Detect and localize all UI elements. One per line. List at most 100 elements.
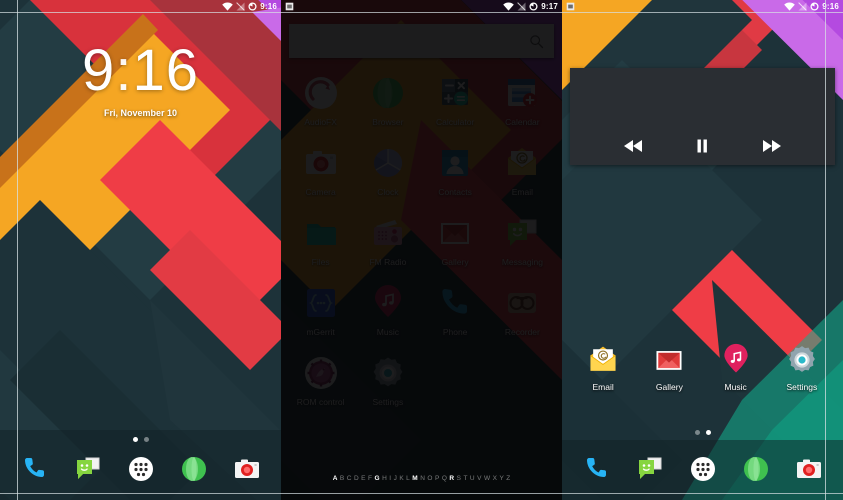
messaging-icon [76,457,99,479]
home-app-label: Settings [786,382,818,392]
signal-off-icon [517,2,526,11]
dock-item-camera[interactable] [232,454,262,484]
sync-circle-icon [529,2,538,11]
alpha-J[interactable]: J [394,475,397,482]
alpha-I[interactable]: I [389,475,391,482]
home-app-email[interactable]: Email [574,343,632,392]
signal-off-icon [236,2,245,11]
music-icon [719,343,753,377]
alpha-V[interactable]: V [477,475,481,482]
screen-frame-right-line [825,0,826,500]
alpha-P[interactable]: P [435,475,439,482]
alpha-S[interactable]: S [457,475,461,482]
page-dot-2[interactable] [143,437,149,442]
app-drawer-overlay [281,0,562,500]
clock-colon: : [115,38,133,103]
screenshot-icon [566,2,575,11]
app-drawer-icon [128,457,153,481]
dock-item-all-apps[interactable] [688,454,718,484]
clock-minute: 16 [132,38,199,103]
panel-app-drawer: 9:17 AudioFX [281,0,562,500]
home-app-settings[interactable]: Settings [773,343,831,392]
alpha-F[interactable]: F [368,475,372,482]
dock-left [0,445,281,493]
music-player-widget[interactable] [570,68,835,165]
alpha-Z[interactable]: Z [506,475,510,482]
alpha-E[interactable]: E [361,475,365,482]
panel-home-screen: 9:16 Email Gallery Music Settings [562,0,843,500]
music-widget-controls [570,137,835,155]
music-prev-button[interactable] [622,137,644,155]
dock-item-camera[interactable] [794,454,824,484]
alpha-H[interactable]: H [382,475,387,482]
screenshot-icon [285,2,294,11]
gallery-icon [652,343,686,377]
dock-item-phone[interactable] [20,454,50,484]
page-dot-1[interactable] [132,437,138,442]
browser-icon [743,457,768,481]
alpha-W[interactable]: W [484,475,490,482]
statusbar-system-icons-middle: 9:17 [503,2,558,11]
screen-frame-bottom-line-middle [281,493,562,494]
home-app-row: Email Gallery Music Settings [562,343,843,392]
alpha-A[interactable]: A [333,475,338,482]
dock-item-all-apps[interactable] [126,454,156,484]
dock-right [562,445,843,493]
screen-frame-top-line-middle [281,12,562,13]
statusbar-notifications-middle [285,2,503,11]
home-app-gallery[interactable]: Gallery [640,343,698,392]
home-app-label: Email [592,382,614,392]
alpha-G[interactable]: G [375,475,380,482]
page-dot-2[interactable] [705,430,711,435]
alpha-N[interactable]: N [420,475,425,482]
sync-circle-icon [248,2,257,11]
dock-item-messaging[interactable] [635,454,665,484]
alpha-D[interactable]: D [354,475,359,482]
phone-icon [24,458,44,477]
statusbar-system-icons-right: 9:16 [784,2,839,11]
alpha-X[interactable]: X [493,475,497,482]
alpha-L[interactable]: L [406,475,410,482]
page-dot-1[interactable] [694,430,700,435]
fast-forward-icon [763,140,782,152]
dock-item-browser[interactable] [179,454,209,484]
page-indicator-left [0,437,281,442]
email-icon [586,343,620,377]
statusbar-time-middle: 9:17 [541,2,558,11]
lockscreen-clock: 9:16 Fri, November 10 [0,42,281,119]
alpha-Y[interactable]: Y [499,475,503,482]
alphabet-index[interactable]: ABCDEFGHIJKLMNOPQRSTUVWXYZ [281,475,562,482]
alpha-O[interactable]: O [427,475,432,482]
alpha-C[interactable]: C [347,475,352,482]
alpha-M[interactable]: M [412,475,417,482]
wifi-icon [222,2,233,11]
alpha-Q[interactable]: Q [442,475,447,482]
home-app-label: Gallery [655,382,683,392]
alpha-T[interactable]: T [463,475,467,482]
dock-item-browser[interactable] [741,454,771,484]
browser-icon [181,457,206,481]
dock-item-phone[interactable] [582,454,612,484]
lockscreen-date: Fri, November 10 [103,108,178,118]
pause-icon [697,139,708,153]
alpha-K[interactable]: K [399,475,403,482]
alpha-U[interactable]: U [470,475,475,482]
home-app-music[interactable]: Music [707,343,765,392]
page-indicator-right [562,430,843,435]
statusbar-system-icons-left: 9:16 [222,2,277,11]
clock-hour: 9 [82,38,116,103]
alpha-R[interactable]: R [449,475,454,482]
music-next-button[interactable] [761,137,783,155]
screen-frame-bottom-line [0,493,281,494]
alpha-B[interactable]: B [340,475,344,482]
dock-item-messaging[interactable] [73,454,103,484]
statusbar-notifications-right [566,2,784,11]
signal-off-icon [798,2,807,11]
rewind-icon [623,140,642,152]
music-play-pause-button[interactable] [691,137,713,155]
camera-icon [234,459,259,478]
messaging-icon [638,457,661,479]
statusbar-time-left: 9:16 [260,2,277,11]
screen-frame-left-line [17,0,18,500]
clock-time: 9:16 [0,42,281,100]
